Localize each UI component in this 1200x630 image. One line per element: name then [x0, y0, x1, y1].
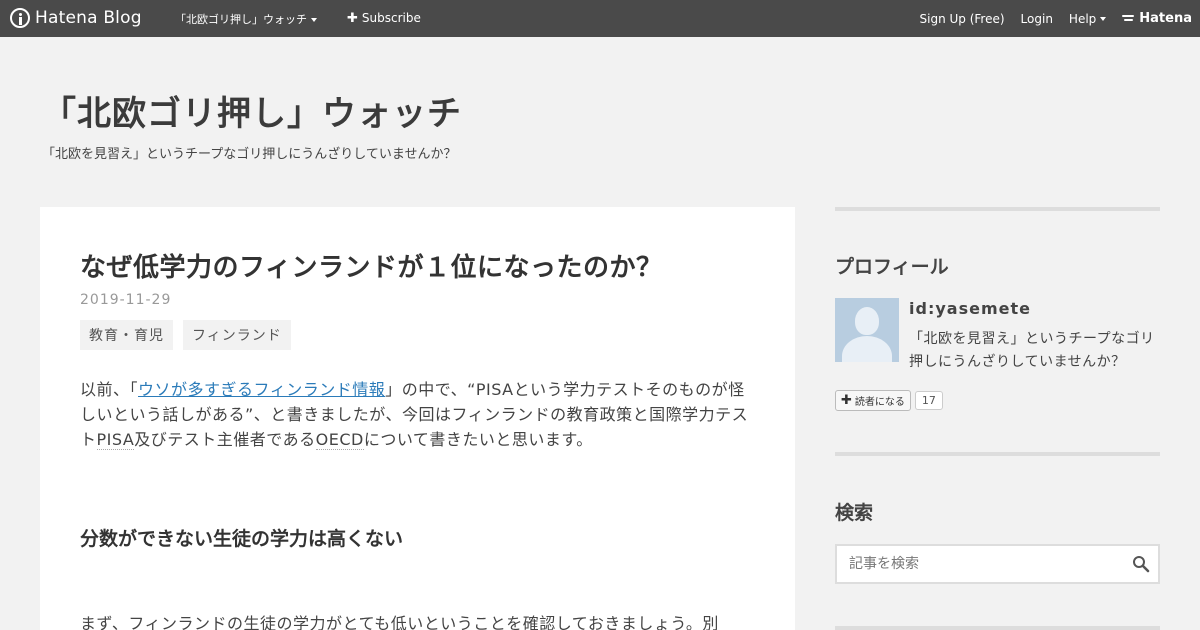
article-link[interactable]: ウソが多すぎるフィンランド情報 [138, 380, 385, 399]
para-text: 及びテスト主催者である [134, 430, 316, 449]
hatena-brand-label: Hatena [1139, 11, 1192, 26]
profile-id[interactable]: id:yasemete [909, 299, 1031, 318]
search-input[interactable] [837, 546, 1117, 582]
blog-title[interactable]: 「北欧ゴリ押し」ウォッチ [42, 86, 462, 135]
avatar-body-shape [842, 336, 892, 362]
blog-description: 「北欧を見習え」というチープなゴリ押しにうんざりしていませんか？ [42, 147, 457, 162]
search-module-title: 検索 [835, 502, 874, 524]
keyword-link-pisa[interactable]: PISA [96, 430, 135, 450]
plus-icon: ✚ [841, 393, 852, 408]
help-label: Help [1068, 11, 1097, 26]
subscribe-button[interactable]: ✚ Subscribe [347, 11, 421, 25]
sidebar-divider [835, 452, 1160, 456]
hatena-brand-link[interactable]: Hatena [1122, 11, 1192, 26]
entry-tags: 教育・育児 フィンランド [80, 320, 291, 350]
avatar[interactable] [835, 298, 899, 362]
signup-link[interactable]: Sign Up (Free) [920, 12, 1005, 26]
sidebar-divider [835, 626, 1160, 630]
help-menu[interactable]: Help [1068, 11, 1107, 26]
hatena-logo-icon [10, 8, 30, 28]
logo-text: Hatena Blog [35, 8, 142, 28]
entry-title[interactable]: なぜ低学力のフィンランドが１位になったのか？ [80, 247, 662, 284]
blog-title-dropdown[interactable]: 「北欧ゴリ押し」ウォッチ [175, 11, 317, 27]
reader-row: ✚ 読者になる 17 [835, 390, 943, 411]
chevron-down-icon [1100, 17, 1107, 21]
become-reader-label: 読者になる [854, 397, 905, 408]
sidebar-divider [835, 207, 1160, 211]
avatar-head-shape [855, 307, 879, 335]
search-form [835, 544, 1160, 584]
blog-title-dropdown-label: 「北欧ゴリ押し」ウォッチ [175, 13, 307, 26]
nav-right-group: Sign Up (Free) Login Help Hatena [904, 11, 1192, 26]
subscribe-label: Subscribe [361, 11, 421, 25]
search-icon[interactable] [1132, 555, 1150, 573]
tag-education[interactable]: 教育・育児 [80, 320, 173, 350]
hatena-blog-logo[interactable]: Hatena Blog [10, 7, 142, 29]
para-text: について書きたいと思います。 [363, 430, 593, 449]
section-heading: 分数ができない生徒の学力は高くない [80, 528, 404, 550]
para-text: 以前、「 [80, 380, 139, 399]
top-navbar: Hatena Blog 「北欧ゴリ押し」ウォッチ ✚ Subscribe Sig… [0, 0, 1200, 37]
article-card: なぜ低学力のフィンランドが１位になったのか？ 2019-11-29 教育・育児 … [40, 207, 795, 630]
chevron-down-icon [311, 18, 317, 22]
login-link[interactable]: Login [1021, 12, 1053, 26]
profile-description: 「北欧を見習え」というチープなゴリ押しにうんざりしていませんか？ [909, 331, 1155, 370]
tag-finland[interactable]: フィンランド [183, 320, 291, 350]
entry-paragraph-2: まず、フィンランドの生徒の学力がとても低いということを確認しておきましょう。別 [80, 614, 719, 630]
reader-count: 17 [914, 391, 943, 410]
entry-paragraph: 以前、「ウソが多すぎるフィンランド情報」の中で、“PISAという学力テストそのも… [80, 377, 760, 452]
become-reader-button[interactable]: ✚ 読者になる [835, 390, 911, 411]
hatena-mark-icon [1122, 14, 1136, 24]
keyword-link-oecd[interactable]: OECD [315, 430, 364, 450]
entry-date[interactable]: 2019-11-29 [80, 292, 171, 308]
profile-module-title: プロフィール [835, 256, 949, 278]
plus-icon: ✚ [347, 10, 358, 26]
